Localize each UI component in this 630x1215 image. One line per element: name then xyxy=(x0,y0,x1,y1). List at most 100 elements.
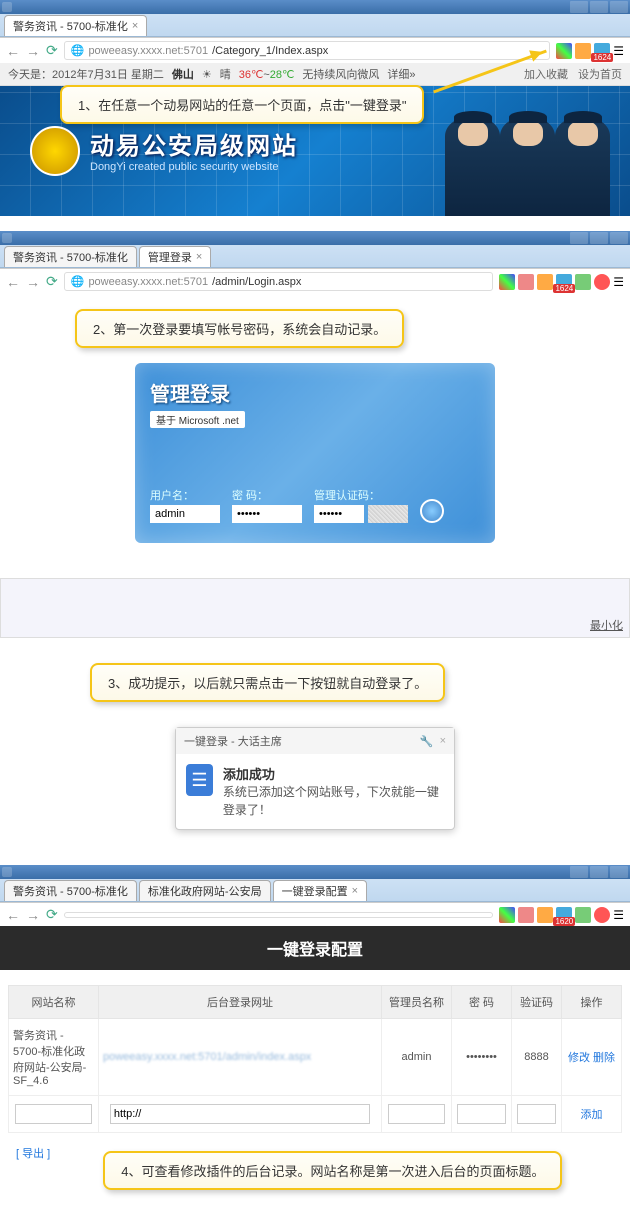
ext-icon-badge[interactable] xyxy=(556,907,572,923)
back-icon[interactable]: ← xyxy=(6,907,20,923)
ext-icon-badge[interactable] xyxy=(556,274,572,290)
step3-callout: 3、成功提示，以后就只需点击一下按钮就自动登录了。 xyxy=(90,663,445,702)
officer-figure xyxy=(555,116,610,216)
ext-icon-badge[interactable] xyxy=(594,43,610,59)
app-icon: ☰ xyxy=(186,764,213,796)
menu-icon[interactable]: ☰ xyxy=(613,275,624,289)
add-link[interactable]: 添加 xyxy=(581,1109,603,1121)
browser-tab[interactable]: 警务资讯 - 5700-标准化 xyxy=(4,246,137,267)
ext-icon[interactable] xyxy=(575,274,591,290)
back-icon[interactable]: ← xyxy=(6,43,20,59)
ext-icon[interactable] xyxy=(537,274,553,290)
close-window[interactable] xyxy=(610,1,628,13)
reload-icon[interactable]: ⟳ xyxy=(46,42,58,59)
browser-tab[interactable]: 管理登录× xyxy=(139,246,211,267)
tab-title: 警务资讯 - 5700-标准化 xyxy=(13,18,128,34)
captcha-input[interactable] xyxy=(314,505,364,523)
detail-link[interactable]: 详细» xyxy=(387,66,415,82)
config-table: 网站名称 后台登录网址 管理员名称 密 码 验证码 操作 警务资讯 - 5700… xyxy=(8,985,622,1133)
admin-url-link[interactable]: poweeasy.xxxx.net:5701/admin/index.aspx xyxy=(103,1051,311,1063)
browser-tab[interactable]: 警务资讯 - 5700-标准化 × xyxy=(4,15,147,36)
ext-icon[interactable] xyxy=(594,274,610,290)
browser-tab[interactable]: 警务资讯 - 5700-标准化 xyxy=(4,880,137,901)
reload-icon[interactable]: ⟳ xyxy=(46,906,58,923)
export-link[interactable]: [ 导出 ] xyxy=(8,1141,58,1165)
table-row-new: 添加 xyxy=(9,1096,622,1133)
submit-login-button[interactable] xyxy=(420,499,444,523)
url-host: poweeasy.xxxx.net:5701 xyxy=(88,45,208,57)
ext-icon[interactable] xyxy=(556,43,572,59)
login-subtitle: 基于 Microsoft .net xyxy=(150,411,245,428)
today-date: 今天是：2012年7月31日 星期二 xyxy=(8,66,164,82)
step1-callout: 1、在任意一个动易网站的任意一个页面，点击"一键登录" xyxy=(60,85,424,124)
close-tab-icon[interactable]: × xyxy=(352,885,358,897)
close-tab-icon[interactable]: × xyxy=(196,251,202,263)
captcha-image[interactable] xyxy=(368,505,408,523)
col-admin: 管理员名称 xyxy=(382,986,452,1019)
ext-icon[interactable] xyxy=(518,907,534,923)
panel-chrome: 最小化 xyxy=(0,578,630,638)
new-pwd-input[interactable] xyxy=(457,1104,505,1124)
site-title-en: DongYi created public security website xyxy=(90,161,298,173)
menu-icon[interactable]: ☰ xyxy=(613,44,624,58)
wind-text: 无持续风向微风 xyxy=(302,66,379,82)
set-homepage-link[interactable]: 设为首页 xyxy=(578,66,622,82)
forward-icon: → xyxy=(26,907,40,923)
new-url-input[interactable] xyxy=(110,1104,370,1124)
ext-icon[interactable] xyxy=(499,274,515,290)
close-tab-icon[interactable]: × xyxy=(132,20,138,32)
ext-icon[interactable] xyxy=(518,274,534,290)
password-input[interactable] xyxy=(232,505,302,523)
menu-icon[interactable]: ☰ xyxy=(613,908,624,922)
info-bar: 今天是：2012年7月31日 星期二 佛山 ☀ 晴 36℃~28℃ 无持续风向微… xyxy=(0,63,630,86)
close-icon[interactable]: × xyxy=(440,735,446,748)
ext-icon[interactable] xyxy=(594,907,610,923)
back-icon[interactable]: ← xyxy=(6,274,20,290)
add-favorite-link[interactable]: 加入收藏 xyxy=(524,66,568,82)
weather-icon: ☀ xyxy=(202,68,212,81)
officer-figure xyxy=(445,116,500,216)
new-admin-input[interactable] xyxy=(388,1104,446,1124)
admin-login-panel: 管理登录 基于 Microsoft .net 用户名： 密 码： 管理认证码： xyxy=(135,363,495,543)
success-toast: 一键登录 - 大话主席 🔧 × ☰ 添加成功 系统已添加这个网站账号，下次就能一… xyxy=(175,727,455,830)
window-titlebar xyxy=(0,0,630,14)
officer-figure xyxy=(500,116,555,216)
col-captcha: 验证码 xyxy=(512,986,562,1019)
window-titlebar xyxy=(0,231,630,245)
toast-message: 系统已添加这个网站账号，下次就能一键登录了！ xyxy=(223,783,444,819)
captcha-label: 管理认证码： xyxy=(314,487,408,503)
address-bar[interactable] xyxy=(64,912,494,918)
minimize-link[interactable]: 最小化 xyxy=(590,617,623,633)
ext-icon[interactable] xyxy=(537,907,553,923)
ext-icon[interactable] xyxy=(499,907,515,923)
new-name-input[interactable] xyxy=(15,1104,92,1124)
url-path: /Category_1/Index.aspx xyxy=(212,45,328,57)
login-title: 管理登录 xyxy=(150,378,480,407)
delete-link[interactable]: 删除 xyxy=(593,1052,615,1064)
cell-sitename: 警务资讯 - 5700-标准化政府网站-公安局-SF_4.6 xyxy=(9,1019,99,1096)
maximize-window[interactable] xyxy=(590,1,608,13)
browser-tab[interactable]: 一键登录配置× xyxy=(273,880,367,901)
forward-icon: → xyxy=(26,274,40,290)
toast-title: 一键登录 - 大话主席 xyxy=(184,733,282,749)
password-label: 密 码： xyxy=(232,487,302,503)
minimize-window[interactable] xyxy=(570,1,588,13)
temp-high: 36℃ xyxy=(239,69,264,81)
window-titlebar xyxy=(0,865,630,879)
temp-low: 28℃ xyxy=(270,69,295,81)
browser-tab[interactable]: 标准化政府网站-公安局 xyxy=(139,880,271,901)
new-captcha-input[interactable] xyxy=(517,1104,556,1124)
step2-callout: 2、第一次登录要填写帐号密码，系统会自动记录。 xyxy=(75,309,404,348)
address-bar[interactable]: 🌐 poweeasy.xxxx.net:5701/Category_1/Inde… xyxy=(64,41,551,60)
address-bar[interactable]: 🌐 poweeasy.xxxx.net:5701/admin/Login.asp… xyxy=(64,272,494,291)
ext-icon[interactable] xyxy=(575,907,591,923)
edit-link[interactable]: 修改 xyxy=(568,1052,590,1064)
weather-text: 晴 xyxy=(220,66,231,82)
username-input[interactable] xyxy=(150,505,220,523)
police-badge-icon xyxy=(30,126,80,176)
cell-captcha: 8888 xyxy=(512,1019,562,1096)
reload-icon[interactable]: ⟳ xyxy=(46,273,58,290)
cell-admin: admin xyxy=(382,1019,452,1096)
wrench-icon[interactable]: 🔧 xyxy=(420,735,434,748)
onekey-login-icon[interactable] xyxy=(575,43,591,59)
